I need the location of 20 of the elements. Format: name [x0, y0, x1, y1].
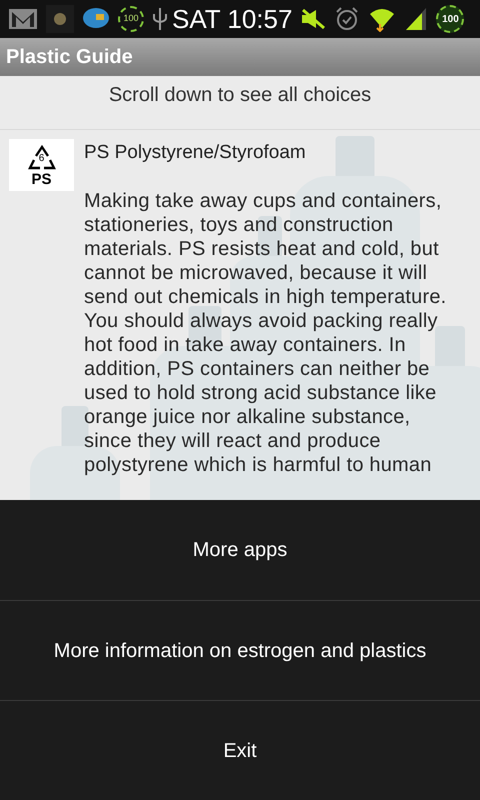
menu-item[interactable]: More information on estrogen and plastics	[52, 636, 428, 666]
signal-icon	[404, 6, 428, 32]
wifi-icon	[368, 6, 396, 32]
window-title: Plastic Guide	[6, 45, 133, 70]
code-number: 6	[38, 154, 46, 164]
battery-icon: 100	[436, 5, 464, 33]
recycle-arrows-icon	[26, 144, 58, 172]
clock: SAT 10:57	[172, 6, 292, 32]
plastic-abbreviation: PS	[31, 172, 52, 186]
alarm-clock-icon	[334, 6, 360, 32]
battery-badge-icon: 100	[118, 6, 144, 32]
usb-icon	[152, 6, 168, 32]
plastic-description: Making take away cups and containers, stationeries, toys and construction materials. PS resists heat and cold, but cannot be microwaved, because it will send out chemicals in high temperature. You should always avoid packing really hot food in take away containers. In addition, PS containers can neither be used to hold strong acid substance like orange juice nor alkaline substance, since they will react and produce polystyrene which is harmful to human	[84, 189, 448, 477]
mail-icon	[8, 7, 38, 31]
mute-icon	[300, 8, 326, 30]
scroll-hint: Scroll down to see all choices	[108, 83, 372, 106]
image-thumbnail-icon	[46, 5, 74, 33]
plastic-name: PS Polystyrene/Styrofoam	[84, 141, 306, 165]
menu-item[interactable]: More apps	[190, 535, 290, 565]
menu-item[interactable]: Exit	[221, 736, 259, 766]
